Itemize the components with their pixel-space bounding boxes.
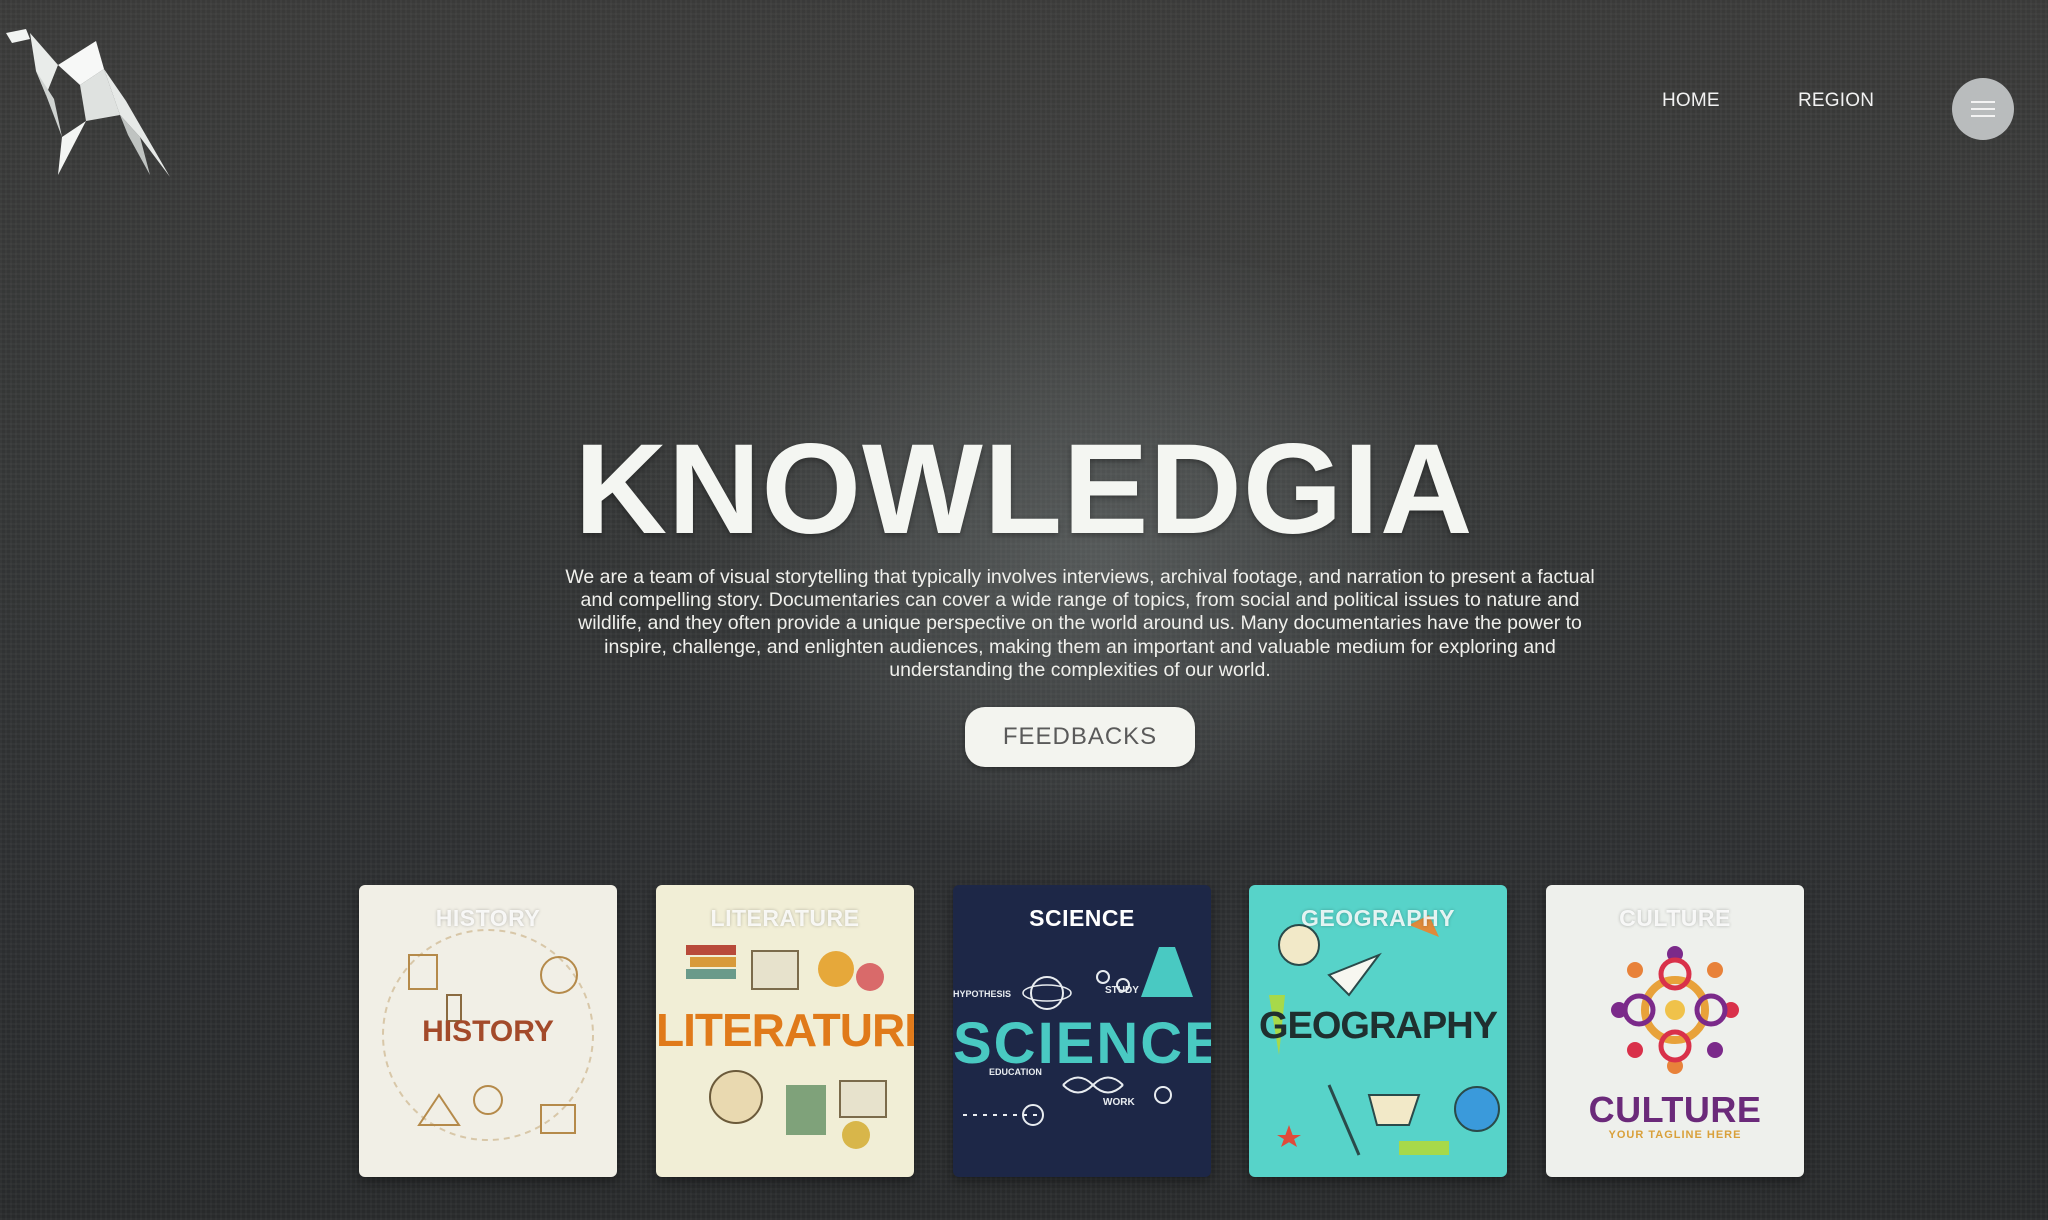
origami-horse-logo[interactable]	[0, 25, 180, 185]
card-art-word: LITERATURE	[656, 1004, 914, 1056]
card-literature[interactable]: LITERATURE LITERATURE	[656, 885, 914, 1177]
feedbacks-button[interactable]: FEEDBACKS	[965, 707, 1195, 767]
card-art-word: GEOGRAPHY	[1258, 1005, 1498, 1047]
science-label: HYPOTHESIS	[953, 989, 1012, 999]
card-title: CULTURE	[1619, 905, 1731, 931]
science-label: STUDY	[1105, 985, 1139, 996]
science-label: EDUCATION	[989, 1067, 1042, 1077]
nav-home-link[interactable]: HOME	[1662, 90, 1720, 112]
menu-line	[1971, 101, 1995, 103]
card-history[interactable]: HISTORY HISTORY	[359, 885, 617, 1177]
card-title: SCIENCE	[1029, 905, 1135, 931]
card-art-word: HISTORY	[422, 1015, 554, 1048]
card-title: HISTORY	[435, 905, 541, 931]
card-science[interactable]: SCIENCE SCIENCE HYPOTHESIS STUDY EDUCATI…	[953, 885, 1211, 1177]
menu-line	[1971, 115, 1995, 117]
hero-title: KNOWLEDGIA	[574, 418, 1474, 561]
card-art-word: CULTURE	[1588, 1089, 1762, 1130]
nav-region-link[interactable]: REGION	[1798, 90, 1874, 112]
card-culture[interactable]: CULTURE CULTURE YOUR TAGLINE HERE	[1546, 885, 1804, 1177]
card-title: LITERATURE	[710, 905, 860, 931]
culture-tagline: YOUR TAGLINE HERE	[1608, 1129, 1742, 1141]
science-label: WORK	[1103, 1097, 1135, 1108]
card-title: GEOGRAPHY	[1300, 905, 1456, 931]
hamburger-menu-icon[interactable]	[1952, 78, 2014, 140]
card-geography[interactable]: GEOGRAPHY GEOGRAPHY	[1249, 885, 1507, 1177]
hero-description: We are a team of visual storytelling tha…	[565, 566, 1595, 681]
menu-line	[1971, 108, 1995, 110]
